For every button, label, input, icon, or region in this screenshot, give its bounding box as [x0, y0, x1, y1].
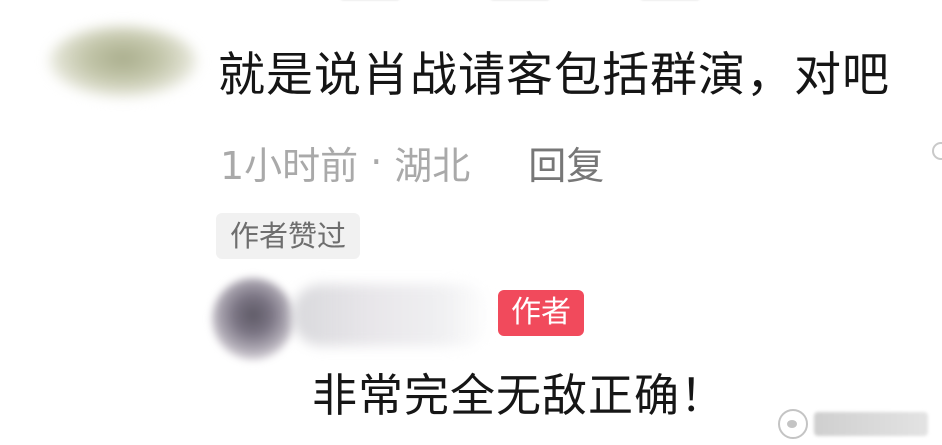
comment-location: 湖北	[394, 143, 471, 188]
reply-button[interactable]: 回复	[528, 135, 604, 190]
author-name[interactable]	[292, 284, 492, 346]
comment-meta: 1小时前 · 湖北 回复	[220, 136, 604, 188]
truncated-previous-content	[340, 0, 740, 6]
comment-text: 就是说肖战请客包括群演，对吧	[218, 48, 890, 103]
comment-timestamp: 1小时前	[220, 143, 359, 188]
watermark-username	[814, 412, 928, 436]
meta-separator: ·	[370, 140, 383, 184]
comment-thread: 就是说肖战请客包括群演，对吧 1小时前 · 湖北 回复 作者赞过 作者 非常完全…	[0, 0, 942, 445]
commenter-avatar[interactable]	[48, 26, 198, 98]
reply-text: 非常完全无敌正确！	[312, 369, 727, 422]
weibo-watermark	[778, 407, 928, 441]
author-liked-badge: 作者赞过	[216, 213, 361, 259]
like-icon[interactable]	[932, 142, 942, 160]
weibo-logo-icon	[778, 409, 808, 439]
author-avatar[interactable]	[212, 278, 294, 360]
author-tag: 作者	[498, 290, 584, 336]
